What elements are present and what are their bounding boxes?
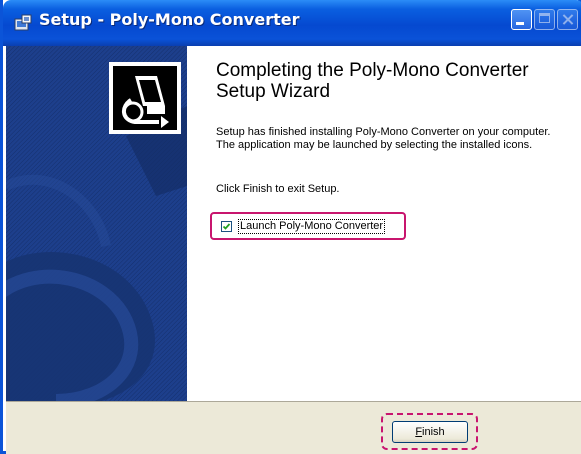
wizard-content: Completing the Poly-Mono Converter Setup… bbox=[187, 46, 581, 401]
finish-label-rest: inish bbox=[422, 426, 445, 438]
installer-computer-icon bbox=[113, 66, 177, 130]
launch-option-highlight: Launch Poly-Mono Converter bbox=[210, 212, 406, 240]
launch-checkbox-label[interactable]: Launch Poly-Mono Converter bbox=[238, 219, 386, 234]
window-title: Setup - Poly-Mono Converter bbox=[39, 10, 300, 29]
finish-button-highlight: Finish bbox=[381, 413, 478, 450]
setup-icon bbox=[14, 14, 32, 31]
checkmark-icon bbox=[222, 223, 231, 230]
title-bar[interactable]: Setup - Poly-Mono Converter bbox=[3, 0, 581, 46]
close-icon[interactable] bbox=[557, 9, 578, 30]
setup-window: Setup - Poly-Mono Converter Completing t… bbox=[0, 0, 581, 454]
exit-instruction: Click Finish to exit Setup. bbox=[216, 183, 340, 195]
launch-checkbox[interactable] bbox=[221, 221, 232, 232]
installer-logo-frame bbox=[109, 62, 181, 134]
maximize-icon[interactable] bbox=[534, 9, 555, 30]
wizard-sidebar-banner bbox=[6, 46, 187, 401]
minimize-icon[interactable] bbox=[511, 9, 532, 30]
page-title: Completing the Poly-Mono Converter Setup… bbox=[216, 60, 529, 102]
button-bar: Finish bbox=[6, 401, 581, 454]
finish-button[interactable]: Finish bbox=[392, 421, 468, 443]
completion-message: Setup has finished installing Poly-Mono … bbox=[216, 126, 551, 151]
